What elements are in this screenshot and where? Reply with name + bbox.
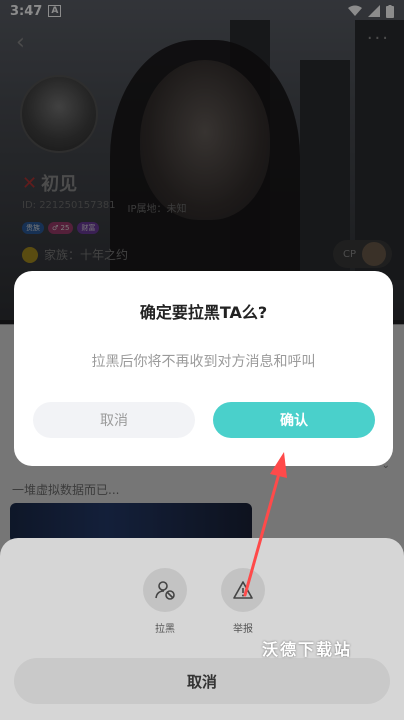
- block-user-icon: [143, 568, 187, 612]
- dialog-cancel-button[interactable]: 取消: [33, 402, 195, 438]
- watermark: 沃德下载站: [262, 640, 353, 659]
- action-sheet: 拉黑 举报 取消: [0, 538, 404, 720]
- block-action[interactable]: 拉黑: [143, 568, 187, 635]
- report-action-label: 举报: [233, 624, 253, 635]
- dialog-confirm-button[interactable]: 确认: [213, 402, 375, 438]
- block-action-label: 拉黑: [155, 624, 175, 635]
- sheet-cancel-button[interactable]: 取消: [14, 658, 390, 704]
- dialog-message: 拉黑后你将不再收到对方消息和呼叫: [91, 354, 316, 370]
- report-action[interactable]: 举报: [221, 568, 265, 635]
- dialog-title: 确定要拉黑TA么?: [139, 303, 268, 322]
- warning-icon: [221, 568, 265, 612]
- block-confirm-dialog: 确定要拉黑TA么? 拉黑后你将不再收到对方消息和呼叫 取消 确认: [14, 271, 393, 466]
